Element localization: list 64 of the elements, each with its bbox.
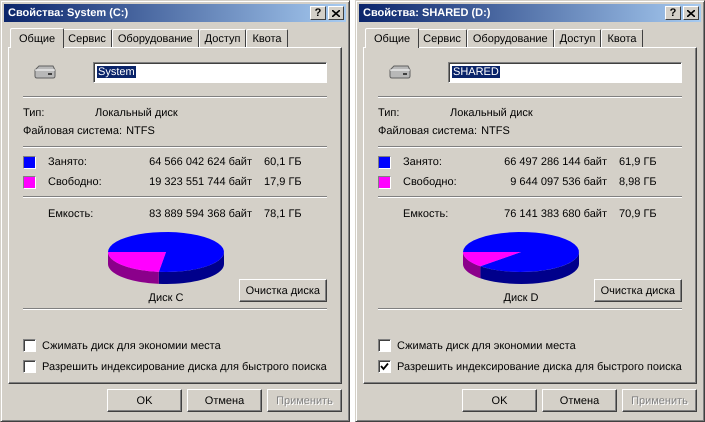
byte-count: 9 644 097 536 байт xyxy=(509,176,607,188)
byte-count: 66 497 286 144 байт xyxy=(503,156,607,168)
checkbox[interactable] xyxy=(378,360,391,373)
info-label: Файловая система: xyxy=(23,125,122,137)
tab[interactable]: Общие xyxy=(365,28,420,48)
space-label: Свободно: xyxy=(48,176,103,188)
checkbox-label[interactable]: Разрешить индексирование диска для быстрого поиска xyxy=(397,360,682,372)
info-label: Файловая система: xyxy=(378,125,478,137)
byte-count: 19 323 551 744 байт xyxy=(148,176,252,188)
disk-caption: Диск C xyxy=(148,292,184,304)
close-icon xyxy=(687,10,695,16)
tab[interactable]: Сервис xyxy=(417,29,467,47)
checkbox[interactable] xyxy=(23,339,36,352)
space-label: Свободно: xyxy=(403,176,458,188)
space-label: Занято: xyxy=(48,156,88,168)
space-label: Занято: xyxy=(403,156,443,168)
info-value: Локальный диск xyxy=(95,107,178,119)
size-value: 8,98 ГБ xyxy=(619,176,658,188)
window-title: Свойства: System (C:) xyxy=(8,7,130,19)
window-title: Свойства: SHARED (D:) xyxy=(363,7,492,19)
info-value: NTFS xyxy=(126,125,155,137)
info-value: Локальный диск xyxy=(450,107,533,119)
info-label: Тип: xyxy=(378,107,400,119)
close-icon xyxy=(332,10,340,16)
disk-cleanup-button[interactable]: Очистка диска xyxy=(238,279,327,302)
close-button[interactable] xyxy=(328,6,344,20)
name-field[interactable]: SHARED xyxy=(448,62,682,82)
tab[interactable]: Доступ xyxy=(554,29,602,47)
tab[interactable]: Оборудование xyxy=(112,29,199,47)
info-value: NTFS xyxy=(481,125,510,137)
name-field[interactable]: System xyxy=(93,62,327,82)
drive-icon xyxy=(33,64,57,80)
size-value: 60,1 ГБ xyxy=(264,156,303,168)
tab[interactable]: Квота xyxy=(246,29,288,47)
drive-icon xyxy=(388,64,412,80)
tab[interactable]: Доступ xyxy=(198,29,246,47)
help-button[interactable]: ? xyxy=(310,6,326,20)
info-label: Тип: xyxy=(23,107,46,119)
close-button[interactable] xyxy=(683,6,699,20)
dialog-button[interactable]: Отмена xyxy=(542,389,617,412)
size-value: 61,9 ГБ xyxy=(619,156,658,168)
byte-count: 76 141 383 680 байт xyxy=(503,208,607,220)
checkbox[interactable] xyxy=(378,339,391,352)
tab[interactable]: Оборудование xyxy=(466,29,554,47)
checkbox-label[interactable]: Разрешить индексирование диска для быстрого поиска xyxy=(42,360,327,372)
checkbox-label[interactable]: Сжимать диск для экономии места xyxy=(397,340,576,352)
size-value: 17,9 ГБ xyxy=(264,176,303,188)
capacity-label: Емкость: xyxy=(403,208,450,220)
dialog-button[interactable]: OK xyxy=(107,389,182,412)
checkbox[interactable] xyxy=(23,360,36,373)
tab[interactable]: Общие xyxy=(10,28,64,48)
checkbox-label[interactable]: Сжимать диск для экономии места xyxy=(42,340,221,352)
help-button[interactable]: ? xyxy=(665,6,681,20)
size-value: 78,1 ГБ xyxy=(264,208,303,220)
disk-caption: Диск D xyxy=(504,292,538,304)
tab[interactable]: Квота xyxy=(601,29,643,47)
disk-cleanup-button[interactable]: Очистка диска xyxy=(594,279,682,302)
byte-count: 83 889 594 368 байт xyxy=(148,208,252,220)
dialog-button[interactable]: OK xyxy=(462,389,537,412)
byte-count: 64 566 042 624 байт xyxy=(148,156,252,168)
dialog-button[interactable]: Отмена xyxy=(187,389,262,412)
tab[interactable]: Сервис xyxy=(62,29,112,47)
size-value: 70,9 ГБ xyxy=(619,208,658,220)
capacity-label: Емкость: xyxy=(48,208,94,220)
